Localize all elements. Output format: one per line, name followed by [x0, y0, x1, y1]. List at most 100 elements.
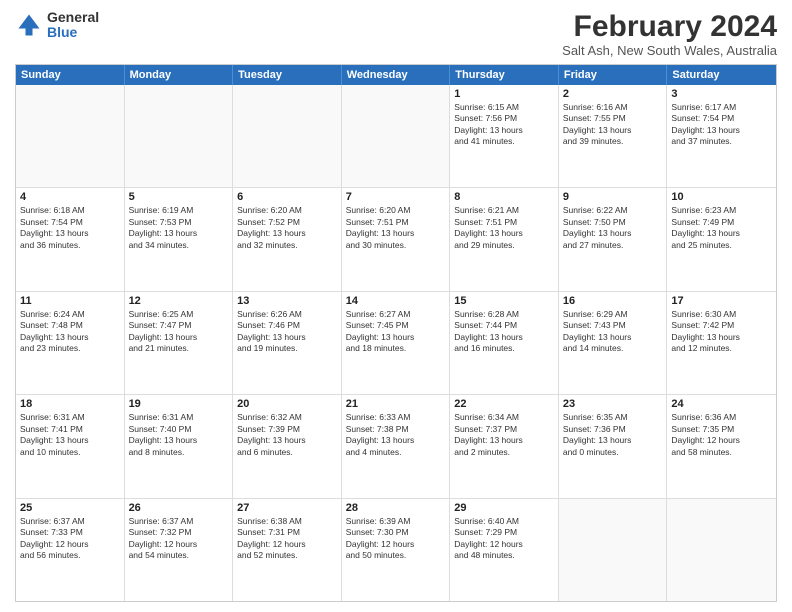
day-info: Sunrise: 6:18 AM Sunset: 7:54 PM Dayligh…	[20, 205, 120, 251]
day-number: 11	[20, 295, 120, 307]
day-info: Sunrise: 6:31 AM Sunset: 7:40 PM Dayligh…	[129, 412, 229, 458]
day-header-friday: Friday	[559, 65, 668, 85]
day-info: Sunrise: 6:24 AM Sunset: 7:48 PM Dayligh…	[20, 309, 120, 355]
table-row: 15 Sunrise: 6:28 AM Sunset: 7:44 PM Dayli…	[450, 292, 559, 394]
day-info: Sunrise: 6:30 AM Sunset: 7:42 PM Dayligh…	[671, 309, 772, 355]
table-row: 8 Sunrise: 6:21 AM Sunset: 7:51 PM Daylig…	[450, 188, 559, 290]
day-info: Sunrise: 6:33 AM Sunset: 7:38 PM Dayligh…	[346, 412, 446, 458]
page-header: General Blue February 2024 Salt Ash, New…	[15, 10, 777, 58]
day-number: 1	[454, 88, 554, 100]
table-row: 6Sunrise: 6:20 AM Sunset: 7:52 PM Daylig…	[233, 188, 342, 290]
day-number: 25	[20, 502, 120, 514]
table-row: 12 Sunrise: 6:25 AM Sunset: 7:47 PM Dayli…	[125, 292, 234, 394]
day-info: Sunrise: 6:32 AM Sunset: 7:39 PM Dayligh…	[237, 412, 337, 458]
day-header-saturday: Saturday	[667, 65, 776, 85]
table-row: 17 Sunrise: 6:30 AM Sunset: 7:42 PM Dayli…	[667, 292, 776, 394]
table-row: 19 Sunrise: 6:31 AM Sunset: 7:40 PM Dayli…	[125, 395, 234, 497]
logo-text: General Blue	[47, 10, 99, 41]
table-row	[16, 85, 125, 187]
table-row: 7 Sunrise: 6:20 AM Sunset: 7:51 PM Daylig…	[342, 188, 451, 290]
day-info: Sunrise: 6:20 AM Sunset: 7:52 PM Dayligh…	[237, 205, 337, 251]
table-row: 25 Sunrise: 6:37 AM Sunset: 7:33 PM Dayli…	[16, 499, 125, 601]
logo: General Blue	[15, 10, 99, 41]
day-header-monday: Monday	[125, 65, 234, 85]
day-info: Sunrise: 6:16 AM Sunset: 7:55 PM Dayligh…	[563, 102, 663, 148]
day-info: Sunrise: 6:23 AM Sunset: 7:49 PM Dayligh…	[671, 205, 772, 251]
day-info: Sunrise: 6:38 AM Sunset: 7:31 PM Dayligh…	[237, 516, 337, 562]
table-row: 9 Sunrise: 6:22 AM Sunset: 7:50 PM Daylig…	[559, 188, 668, 290]
day-number: 22	[454, 398, 554, 410]
table-row	[125, 85, 234, 187]
day-header-thursday: Thursday	[450, 65, 559, 85]
day-info: Sunrise: 6:25 AM Sunset: 7:47 PM Dayligh…	[129, 309, 229, 355]
logo-blue: Blue	[47, 25, 99, 40]
table-row: 2 Sunrise: 6:16 AM Sunset: 7:55 PM Daylig…	[559, 85, 668, 187]
day-info: Sunrise: 6:36 AM Sunset: 7:35 PM Dayligh…	[671, 412, 772, 458]
day-number: 19	[129, 398, 229, 410]
day-number: 16	[563, 295, 663, 307]
calendar-week-5: 25 Sunrise: 6:37 AM Sunset: 7:33 PM Dayli…	[16, 499, 776, 601]
day-info: Sunrise: 6:15 AM Sunset: 7:56 PM Dayligh…	[454, 102, 554, 148]
day-info: Sunrise: 6:21 AM Sunset: 7:51 PM Dayligh…	[454, 205, 554, 251]
table-row: 3Sunrise: 6:17 AM Sunset: 7:54 PM Daylig…	[667, 85, 776, 187]
calendar-header: SundayMondayTuesdayWednesdayThursdayFrid…	[16, 65, 776, 85]
day-header-wednesday: Wednesday	[342, 65, 451, 85]
day-number: 14	[346, 295, 446, 307]
day-number: 18	[20, 398, 120, 410]
day-number: 2	[563, 88, 663, 100]
table-row: 29 Sunrise: 6:40 AM Sunset: 7:29 PM Dayli…	[450, 499, 559, 601]
day-number: 10	[671, 191, 772, 203]
logo-icon	[15, 11, 43, 39]
day-info: Sunrise: 6:22 AM Sunset: 7:50 PM Dayligh…	[563, 205, 663, 251]
day-info: Sunrise: 6:37 AM Sunset: 7:33 PM Dayligh…	[20, 516, 120, 562]
calendar-body: 1 Sunrise: 6:15 AM Sunset: 7:56 PM Daylig…	[16, 85, 776, 601]
table-row: 23 Sunrise: 6:35 AM Sunset: 7:36 PM Dayli…	[559, 395, 668, 497]
day-number: 13	[237, 295, 337, 307]
day-number: 29	[454, 502, 554, 514]
day-info: Sunrise: 6:39 AM Sunset: 7:30 PM Dayligh…	[346, 516, 446, 562]
table-row: 20 Sunrise: 6:32 AM Sunset: 7:39 PM Dayli…	[233, 395, 342, 497]
day-info: Sunrise: 6:27 AM Sunset: 7:45 PM Dayligh…	[346, 309, 446, 355]
day-info: Sunrise: 6:29 AM Sunset: 7:43 PM Dayligh…	[563, 309, 663, 355]
day-info: Sunrise: 6:28 AM Sunset: 7:44 PM Dayligh…	[454, 309, 554, 355]
calendar-week-1: 1 Sunrise: 6:15 AM Sunset: 7:56 PM Daylig…	[16, 85, 776, 188]
day-number: 20	[237, 398, 337, 410]
day-number: 27	[237, 502, 337, 514]
day-number: 17	[671, 295, 772, 307]
table-row: 28Sunrise: 6:39 AM Sunset: 7:30 PM Dayli…	[342, 499, 451, 601]
day-number: 15	[454, 295, 554, 307]
calendar-week-4: 18 Sunrise: 6:31 AM Sunset: 7:41 PM Dayli…	[16, 395, 776, 498]
day-number: 3	[671, 88, 772, 100]
table-row: 21Sunrise: 6:33 AM Sunset: 7:38 PM Dayli…	[342, 395, 451, 497]
month-year: February 2024	[562, 10, 777, 43]
table-row: 5 Sunrise: 6:19 AM Sunset: 7:53 PM Daylig…	[125, 188, 234, 290]
day-header-sunday: Sunday	[16, 65, 125, 85]
day-info: Sunrise: 6:35 AM Sunset: 7:36 PM Dayligh…	[563, 412, 663, 458]
day-number: 4	[20, 191, 120, 203]
day-number: 7	[346, 191, 446, 203]
table-row: 24Sunrise: 6:36 AM Sunset: 7:35 PM Dayli…	[667, 395, 776, 497]
day-number: 12	[129, 295, 229, 307]
day-info: Sunrise: 6:20 AM Sunset: 7:51 PM Dayligh…	[346, 205, 446, 251]
location: Salt Ash, New South Wales, Australia	[562, 43, 777, 58]
day-header-tuesday: Tuesday	[233, 65, 342, 85]
table-row: 26Sunrise: 6:37 AM Sunset: 7:32 PM Dayli…	[125, 499, 234, 601]
table-row	[667, 499, 776, 601]
day-number: 5	[129, 191, 229, 203]
calendar: SundayMondayTuesdayWednesdayThursdayFrid…	[15, 64, 777, 602]
table-row: 18 Sunrise: 6:31 AM Sunset: 7:41 PM Dayli…	[16, 395, 125, 497]
day-number: 8	[454, 191, 554, 203]
day-info: Sunrise: 6:40 AM Sunset: 7:29 PM Dayligh…	[454, 516, 554, 562]
table-row	[559, 499, 668, 601]
day-info: Sunrise: 6:37 AM Sunset: 7:32 PM Dayligh…	[129, 516, 229, 562]
table-row: 16 Sunrise: 6:29 AM Sunset: 7:43 PM Dayli…	[559, 292, 668, 394]
day-number: 9	[563, 191, 663, 203]
day-info: Sunrise: 6:19 AM Sunset: 7:53 PM Dayligh…	[129, 205, 229, 251]
day-info: Sunrise: 6:31 AM Sunset: 7:41 PM Dayligh…	[20, 412, 120, 458]
day-number: 23	[563, 398, 663, 410]
calendar-week-2: 4 Sunrise: 6:18 AM Sunset: 7:54 PM Daylig…	[16, 188, 776, 291]
title-block: February 2024 Salt Ash, New South Wales,…	[562, 10, 777, 58]
table-row: 22Sunrise: 6:34 AM Sunset: 7:37 PM Dayli…	[450, 395, 559, 497]
table-row: 14 Sunrise: 6:27 AM Sunset: 7:45 PM Dayli…	[342, 292, 451, 394]
table-row	[233, 85, 342, 187]
